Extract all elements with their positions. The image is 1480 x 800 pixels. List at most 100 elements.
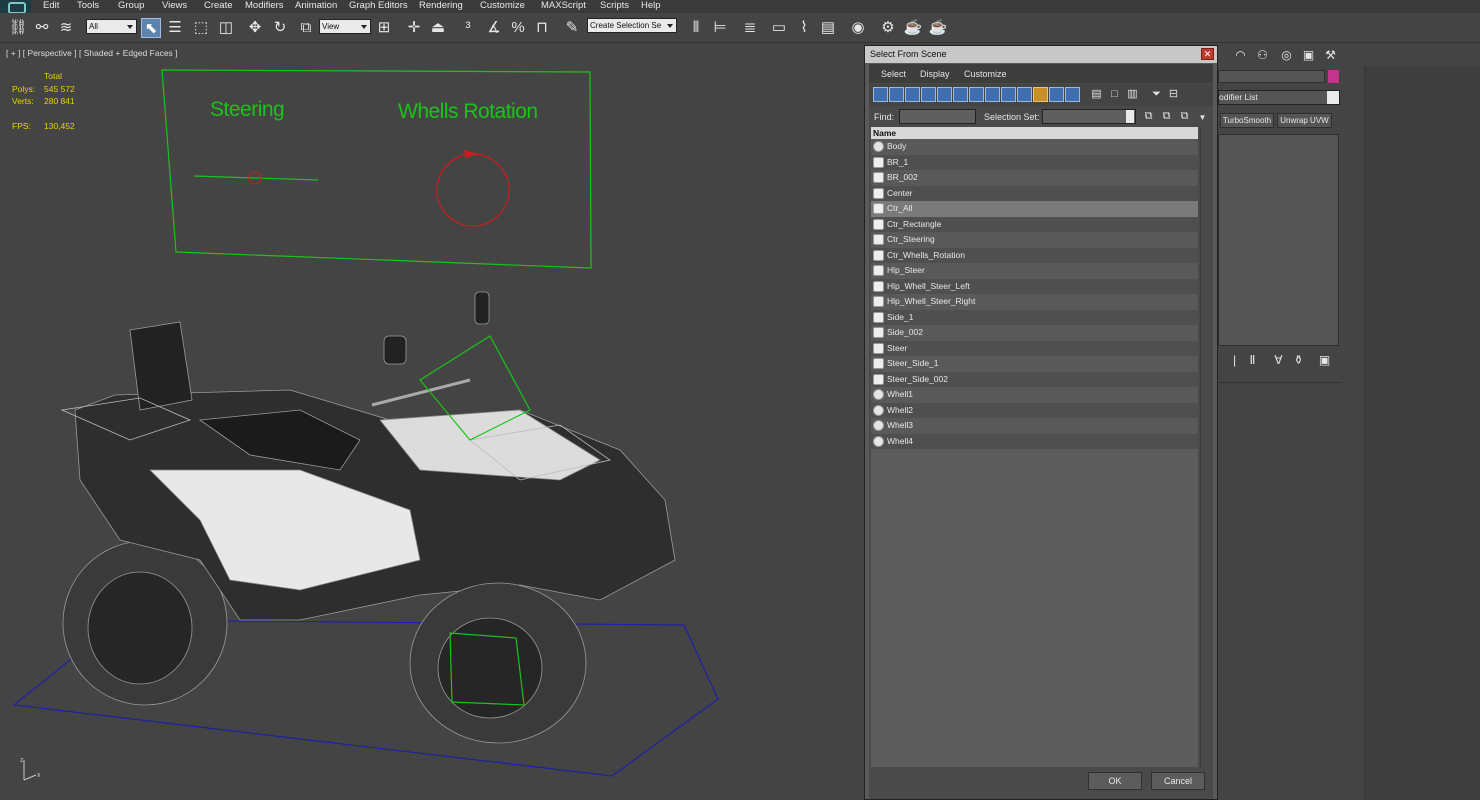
list-item[interactable]: Ctr_Whells_Rotation (871, 247, 1198, 263)
filter-lights-icon[interactable] (905, 87, 920, 102)
unlink-icon[interactable]: ⚯ (32, 18, 52, 38)
align-icon[interactable]: ⊨ (710, 18, 730, 38)
filter-frozen-icon[interactable] (1033, 87, 1048, 102)
unwrap-uvw-button[interactable]: Unwrap UVW (1277, 113, 1332, 128)
ok-button[interactable]: OK (1088, 772, 1142, 790)
snaps-toggle-icon[interactable]: ³ (458, 18, 478, 38)
select-invert-icon[interactable]: ▥ (1125, 87, 1140, 102)
cancel-button[interactable]: Cancel (1151, 772, 1205, 790)
motion-tab-icon[interactable]: ◎ (1278, 47, 1295, 64)
filter-spacewarps-icon[interactable] (953, 87, 968, 102)
expand-arrow-icon[interactable]: ▼ (1195, 111, 1210, 126)
find-input[interactable] (899, 109, 976, 124)
select-by-name-icon[interactable]: ☰ (165, 18, 185, 38)
filter-xrefs-icon[interactable] (985, 87, 1000, 102)
menu-views[interactable]: Views (162, 0, 187, 13)
modify-tab-icon[interactable]: ◠ (1232, 47, 1249, 64)
dialog-titlebar[interactable]: Select From Scene ✕ (865, 46, 1217, 63)
selection-filter-dropdown[interactable]: All (86, 19, 137, 34)
menu-maxscript[interactable]: MAXScript (541, 0, 586, 13)
scale-icon[interactable]: ⧉ (296, 18, 316, 38)
mirror-icon[interactable]: ⫴ (686, 18, 706, 38)
filter-groups-icon[interactable] (969, 87, 984, 102)
show-end-result-icon[interactable]: Ⅱ (1244, 352, 1261, 369)
menu-help[interactable]: Help (641, 0, 661, 13)
list-item[interactable]: Whell1 (871, 387, 1198, 403)
utilities-tab-icon[interactable]: ⚒ (1322, 47, 1339, 64)
menu-group[interactable]: Group (118, 0, 144, 13)
list-item[interactable]: Side_1 (871, 309, 1198, 325)
dialog-menu-display[interactable]: Display (920, 69, 950, 79)
list-item[interactable]: Body (871, 139, 1198, 155)
schematic-view-icon[interactable]: ▤ (818, 18, 838, 38)
remove-modifier-icon[interactable]: ⚱ (1290, 352, 1307, 369)
percent-snap-icon[interactable]: % (508, 18, 528, 38)
select-none-icon[interactable]: □ (1107, 87, 1122, 102)
filter-bones-icon[interactable] (1001, 87, 1016, 102)
list-item[interactable]: Whell2 (871, 402, 1198, 418)
filter-containers-icon[interactable] (1017, 87, 1032, 102)
display-all-icon[interactable] (1065, 87, 1080, 102)
filter-hidden-icon[interactable] (1049, 87, 1064, 102)
pivot-center-icon[interactable]: ⊞ (374, 18, 394, 38)
remove-from-selection-set-icon[interactable]: ⧉ (1177, 109, 1192, 124)
make-unique-icon[interactable]: ∀ (1270, 352, 1287, 369)
list-item[interactable]: Ctr_All (871, 201, 1198, 217)
menu-animation[interactable]: Animation (295, 0, 337, 13)
list-item[interactable]: Steer_Side_1 (871, 356, 1198, 372)
app-logo-icon[interactable] (0, 0, 31, 14)
list-scrollbar[interactable] (1200, 127, 1212, 767)
object-name-field[interactable] (1218, 70, 1325, 83)
edit-named-selection-icon[interactable]: ✎ (562, 18, 582, 38)
dialog-menu-customize[interactable]: Customize (964, 69, 1007, 79)
named-selection-dropdown[interactable]: Create Selection Se (587, 18, 677, 33)
material-editor-icon[interactable]: ◉ (848, 18, 868, 38)
menu-edit[interactable]: Edit (43, 0, 59, 13)
list-item[interactable]: Side_002 (871, 325, 1198, 341)
create-selection-set-icon[interactable]: ⧉ (1141, 109, 1156, 124)
filter-shapes-icon[interactable] (889, 87, 904, 102)
modifier-stack[interactable] (1218, 134, 1339, 346)
display-tab-icon[interactable]: ▣ (1300, 47, 1317, 64)
link-icon[interactable]: ⛓ (8, 18, 28, 38)
list-item[interactable]: Steer (871, 340, 1198, 356)
move-icon[interactable]: ✥ (245, 18, 265, 38)
object-color-swatch[interactable] (1328, 70, 1339, 83)
list-item[interactable]: Whell3 (871, 418, 1198, 434)
menu-customize[interactable]: Customize (480, 0, 525, 13)
select-manipulate-icon[interactable]: ✛ (404, 18, 424, 38)
column-header-name[interactable]: Name (871, 127, 1198, 139)
dialog-menu-select[interactable]: Select (881, 69, 906, 79)
layer-manager-icon[interactable]: ≣ (740, 18, 760, 38)
menu-tools[interactable]: Tools (77, 0, 99, 13)
curve-editor-icon[interactable]: ⌇ (794, 18, 814, 38)
render-production-icon[interactable]: ☕ (928, 18, 948, 38)
list-item[interactable]: BR_1 (871, 154, 1198, 170)
configure-sets-icon[interactable]: ▣ (1316, 352, 1333, 369)
turbosmooth-button[interactable]: TurboSmooth (1220, 113, 1274, 128)
filter-funnel-icon[interactable]: ⏷ (1149, 87, 1164, 102)
window-crossing-icon[interactable]: ◫ (216, 18, 236, 38)
hierarchy-icon[interactable]: ⊟ (1166, 87, 1181, 102)
add-to-selection-set-icon[interactable]: ⧉ (1159, 109, 1174, 124)
spinner-snap-icon[interactable]: ⊓ (532, 18, 552, 38)
filter-helpers-icon[interactable] (937, 87, 952, 102)
angle-snap-icon[interactable]: ∡ (484, 18, 504, 38)
reference-coordinate-dropdown[interactable]: View (319, 19, 371, 34)
list-item[interactable]: Steer_Side_002 (871, 371, 1198, 387)
menu-modifiers[interactable]: Modifiers (245, 0, 284, 13)
list-item[interactable]: Ctr_Rectangle (871, 216, 1198, 232)
list-item[interactable]: Hlp_Whell_Steer_Right (871, 294, 1198, 310)
list-item[interactable]: Ctr_Steering (871, 232, 1198, 248)
list-item[interactable]: Center (871, 185, 1198, 201)
list-item[interactable]: BR_002 (871, 170, 1198, 186)
close-icon[interactable]: ✕ (1201, 48, 1214, 60)
scene-object-list[interactable]: Body BR_1 BR_002 Center Ctr_All Ctr_Rectangle… (871, 139, 1198, 767)
menu-create[interactable]: Create (204, 0, 233, 13)
list-item[interactable]: Whell4 (871, 433, 1198, 449)
menu-rendering[interactable]: Rendering (419, 0, 463, 13)
modifier-list-dropdown[interactable]: odifier List (1218, 90, 1340, 105)
scene-canvas[interactable]: Steering Whells Rotation z x (0, 44, 864, 800)
perspective-viewport[interactable]: Steering Whells Rotation z x [ + ] [ Per… (0, 44, 864, 800)
selection-set-dropdown[interactable] (1042, 109, 1136, 124)
